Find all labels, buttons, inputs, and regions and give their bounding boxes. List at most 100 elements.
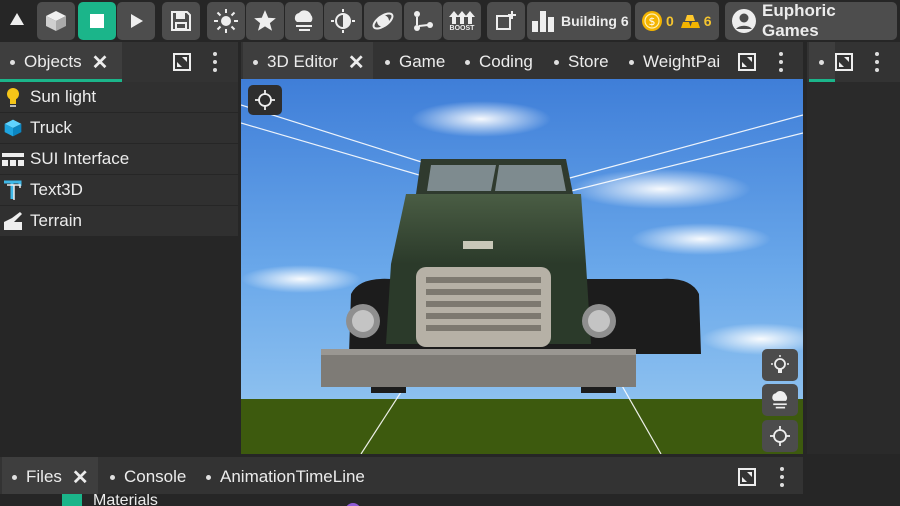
tab-coding[interactable]: Coding — [455, 42, 533, 82]
add-object-button[interactable] — [487, 2, 525, 40]
close-icon[interactable]: ✕ — [92, 50, 109, 75]
user-account-button[interactable]: Euphoric Games — [725, 1, 897, 40]
svg-text:$: $ — [649, 15, 656, 28]
list-item-text3d[interactable]: Text3D — [0, 175, 238, 205]
tab-dot — [253, 59, 258, 65]
maximize-panel-icon[interactable] — [738, 468, 756, 486]
viewport-light-button[interactable] — [762, 349, 798, 381]
stop-button[interactable] — [78, 2, 116, 40]
viewport-center-button[interactable] — [762, 420, 798, 452]
maximize-panel-icon[interactable] — [738, 53, 756, 71]
sun-icon — [214, 9, 238, 33]
cube-button[interactable] — [37, 2, 75, 40]
list-item-label: Text3D — [30, 180, 83, 199]
file-item-materials[interactable]: Materials — [93, 494, 158, 506]
close-icon[interactable]: ✕ — [348, 50, 365, 75]
light-bulb-outline-icon — [771, 355, 789, 373]
tab-right-panel[interactable] — [809, 42, 835, 82]
play-icon — [131, 14, 143, 28]
collapse-toggle-button[interactable] — [8, 10, 26, 33]
bar-chart-icon — [532, 11, 554, 32]
weather-button[interactable] — [285, 2, 323, 40]
exposure-button[interactable] — [324, 2, 362, 40]
tab-label: Console — [124, 467, 187, 486]
close-icon[interactable]: ✕ — [72, 465, 89, 490]
path-button[interactable] — [404, 2, 442, 40]
orbit-icon — [372, 12, 394, 30]
tab-label: Game — [399, 52, 446, 71]
boost-arrows-icon — [449, 11, 475, 24]
editor-menu-icon[interactable] — [779, 52, 783, 76]
cloud-icon — [294, 10, 313, 31]
tab-label: AnimationTimeLine — [220, 467, 365, 486]
tab-objects[interactable]: Objects ✕ — [0, 42, 122, 82]
bottom-menu-icon[interactable] — [780, 467, 784, 491]
boost-label: BOOST — [449, 25, 475, 32]
tab-game[interactable]: Game — [375, 42, 445, 82]
add-square-icon — [496, 11, 516, 30]
ground — [241, 399, 803, 454]
tab-3d-editor[interactable]: 3D Editor ✕ — [243, 42, 373, 82]
triangle-up-icon — [10, 13, 24, 25]
editor-tab-bar: 3D Editor ✕ Game Coding Store WeightPai — [241, 42, 803, 82]
list-item-label: SUI Interface — [30, 149, 130, 168]
tab-dot — [110, 474, 115, 480]
top-toolbar: BOOST Building 6 $ 0 6 Euphoric Games — [0, 0, 900, 42]
list-item-terrain[interactable]: Terrain — [0, 206, 238, 236]
text3d-icon — [4, 180, 22, 200]
tab-dot — [385, 59, 390, 65]
maximize-panel-icon[interactable] — [835, 53, 853, 71]
list-item-label: Sun light — [30, 87, 97, 106]
currency-button[interactable]: $ 0 6 — [635, 2, 719, 40]
user-name: Euphoric Games — [761, 1, 836, 40]
tab-dot — [465, 59, 470, 65]
scene-render — [241, 79, 803, 454]
save-icon — [171, 11, 191, 31]
tab-dot — [12, 474, 17, 480]
list-item-label: Truck — [30, 118, 72, 137]
tab-dot — [10, 59, 15, 65]
maximize-panel-icon[interactable] — [173, 53, 191, 71]
tab-console[interactable]: Console — [100, 457, 186, 497]
cube-icon — [4, 119, 22, 137]
save-button[interactable] — [162, 2, 200, 40]
tab-files[interactable]: Files ✕ — [2, 457, 98, 497]
building-button[interactable]: Building 6 — [527, 2, 631, 40]
tab-dot — [819, 59, 824, 65]
coin-icon: $ — [642, 11, 662, 31]
play-button[interactable] — [117, 2, 155, 40]
tab-store[interactable]: Store — [544, 42, 609, 82]
list-item-truck[interactable]: Truck — [0, 113, 238, 143]
viewport-weather-button[interactable] — [762, 384, 798, 416]
list-item-sui-interface[interactable]: SUI Interface — [0, 144, 238, 174]
boost-button[interactable]: BOOST — [443, 2, 481, 40]
bottom-tab-bar: Files ✕ Console AnimationTimeLine — [0, 457, 803, 497]
tab-dot — [629, 59, 634, 65]
3d-viewport[interactable] — [241, 79, 803, 454]
tab-label: Store — [568, 52, 609, 71]
tab-animation-timeline[interactable]: AnimationTimeLine — [196, 457, 365, 497]
right-panel-menu-icon[interactable] — [875, 52, 879, 76]
path-nodes-icon — [414, 11, 433, 31]
tab-label: 3D Editor — [267, 52, 338, 71]
focus-target-button[interactable] — [248, 85, 282, 115]
gold-count: 6 — [703, 13, 712, 29]
tab-dot — [206, 474, 211, 480]
files-list: Materials — [0, 494, 803, 506]
bulb-icon — [7, 88, 19, 107]
tab-weightpaint[interactable]: WeightPai — [619, 42, 731, 82]
right-panel-header — [807, 42, 900, 82]
objects-menu-icon[interactable] — [213, 52, 217, 76]
list-item-label: Terrain — [30, 211, 82, 230]
orbit-button[interactable] — [364, 2, 402, 40]
user-avatar-icon — [731, 9, 756, 33]
lighting-button[interactable] — [207, 2, 245, 40]
list-item-sun-light[interactable]: Sun light — [0, 82, 238, 112]
objects-panel-header: Objects ✕ — [0, 42, 238, 82]
cube-icon — [46, 11, 66, 31]
right-panel-body — [807, 82, 900, 454]
stop-icon — [90, 14, 104, 28]
favorites-button[interactable] — [246, 2, 284, 40]
bottom-right-filler — [807, 457, 900, 506]
cloud-icon — [772, 391, 788, 409]
